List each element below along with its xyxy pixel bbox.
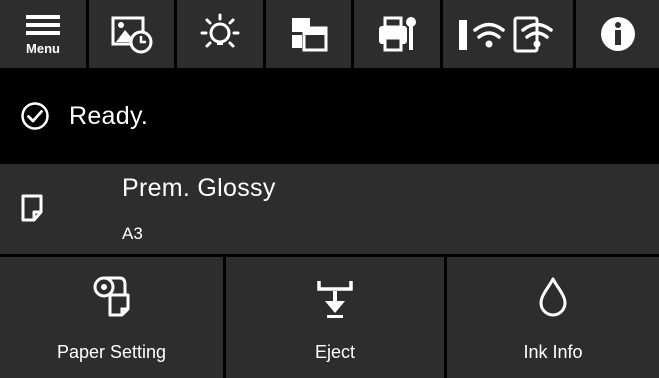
paper-type: Prem. Glossy — [122, 174, 276, 202]
eject-icon — [317, 281, 353, 318]
brightness-icon — [200, 13, 240, 48]
eject-label: Eject — [314, 342, 356, 362]
status-text: Ready. — [69, 101, 149, 130]
menu-icon: Menu — [25, 15, 60, 56]
paper-source-button[interactable] — [265, 0, 352, 68]
info-button[interactable] — [576, 0, 659, 68]
paper-roll-icon — [93, 276, 129, 317]
paper-setting-label: Paper Setting — [56, 342, 167, 362]
maintenance-schedule-button[interactable] — [88, 0, 175, 68]
network-status-icon — [459, 16, 553, 53]
paper-sheet-icon — [19, 193, 45, 228]
ink-info-label: Ink Info — [523, 342, 583, 362]
paper-setting-button[interactable]: Paper Setting — [0, 257, 223, 378]
eject-button[interactable]: Eject — [226, 257, 444, 378]
status-bar: Ready. — [0, 71, 659, 161]
paper-info-button[interactable]: Prem. Glossy A3 — [0, 164, 659, 254]
menu-label: Menu — [26, 41, 60, 56]
menu-button[interactable]: Menu — [0, 0, 86, 68]
network-status-button[interactable] — [442, 0, 574, 68]
ink-info-button[interactable]: Ink Info — [447, 257, 659, 378]
action-buttons: Paper Setting Eject Ink Info — [0, 257, 659, 378]
info-icon — [600, 17, 635, 51]
ink-drop-icon — [539, 277, 567, 317]
printer-settings-button[interactable] — [354, 0, 440, 68]
brightness-button[interactable] — [177, 0, 263, 68]
printer-settings-icon — [379, 16, 417, 52]
check-circle-icon — [18, 99, 52, 133]
paper-source-icon — [291, 18, 328, 52]
top-toolbar: Menu — [0, 0, 659, 68]
paper-size: A3 — [122, 224, 143, 243]
maintenance-schedule-icon — [111, 16, 153, 54]
